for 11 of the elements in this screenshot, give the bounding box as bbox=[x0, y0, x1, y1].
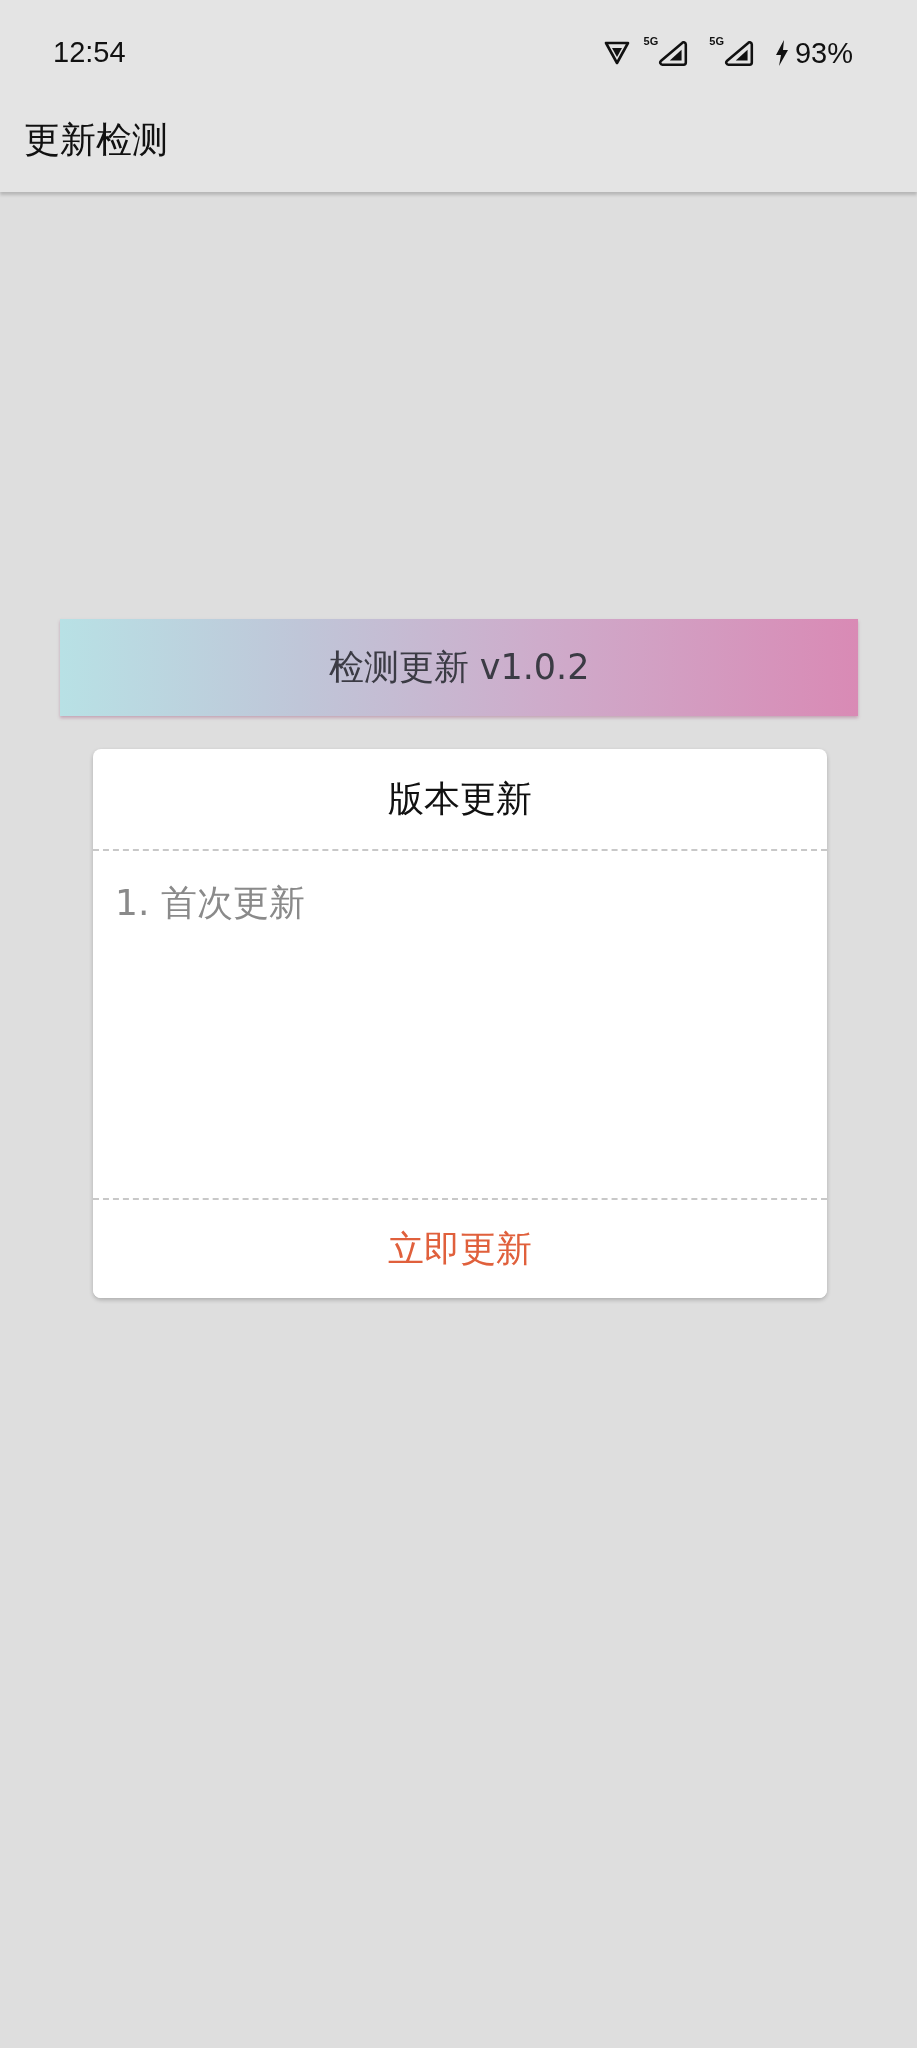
battery-percentage: 93% bbox=[794, 36, 853, 70]
signal-icon bbox=[722, 40, 755, 67]
network-type-label: 5G bbox=[643, 35, 659, 47]
signal-icon bbox=[657, 40, 690, 67]
banner-title: 检测更新 v1.0.2 bbox=[328, 646, 590, 689]
network-type-label: 5G bbox=[709, 35, 724, 47]
status-time: 12:54 bbox=[53, 35, 126, 69]
update-now-button[interactable]: 立即更新 bbox=[93, 1200, 827, 1298]
release-note: 1. 首次更新 bbox=[115, 881, 305, 925]
app-title: 更新检测 bbox=[24, 117, 168, 162]
dialog-title: 版本更新 bbox=[388, 776, 532, 821]
